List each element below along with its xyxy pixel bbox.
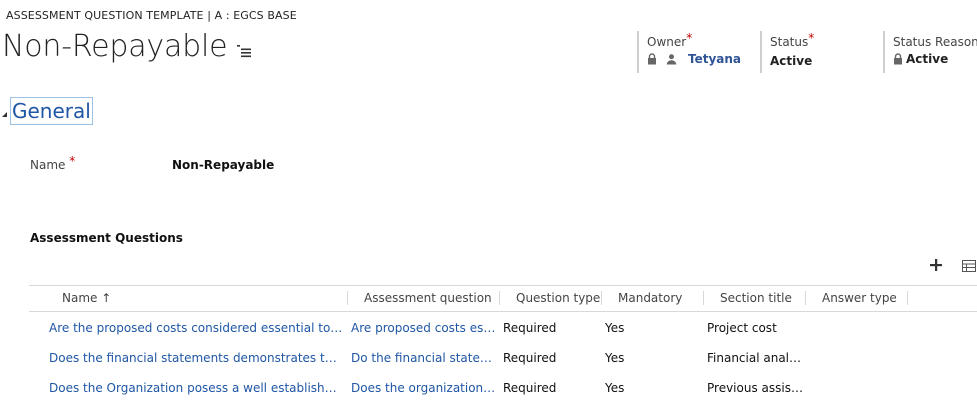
name-field-label: Name * [30,154,75,172]
row-name-link[interactable]: Does the financial statements demonstrat… [49,351,343,365]
table-row[interactable]: Does the financial statements demonstrat… [29,342,977,372]
owner-required-marker: * [686,31,693,45]
row-question-link[interactable]: Does the organization po... [351,381,497,395]
column-header-section-title[interactable]: Section title [720,291,792,305]
section-general-header[interactable]: General [2,97,93,125]
row-question-link[interactable]: Are proposed costs essen... [351,321,497,335]
status-label: Status [770,35,809,49]
row-mandatory: Yes [605,321,625,335]
column-divider [347,291,348,305]
owner-link[interactable]: Tetyana [688,52,741,66]
column-header-answer-type[interactable]: Answer type [822,291,897,305]
row-mandatory: Yes [605,351,625,365]
owner-field: Owner* Tetyana [637,31,747,73]
row-name-link[interactable]: Are the proposed costs considered essent… [49,321,343,335]
lock-icon [648,53,656,65]
status-field: Status* Active [760,31,870,73]
row-section-title: Financial analysis [707,351,803,365]
status-reason-value: Active [906,52,949,66]
column-header-assessment-question[interactable]: Assessment question [364,291,492,305]
status-value[interactable]: Active [770,54,812,68]
row-name-link[interactable]: Does the Organization posess a well esta… [49,381,343,395]
page-title: Non-Repayable [2,29,228,64]
page-title-area: Non-Repayable [2,28,252,66]
row-question-type: Required [503,321,557,335]
row-question-link[interactable]: Do the financial statemen... [351,351,497,365]
row-mandatory: Yes [605,381,625,395]
table-row[interactable]: Does the Organization posess a well esta… [29,372,977,402]
column-divider [499,291,500,305]
table-row[interactable]: Are the proposed costs considered essent… [29,312,977,342]
column-divider [805,291,806,305]
column-header-mandatory[interactable]: Mandatory [618,291,682,305]
row-section-title: Previous assista... [707,381,803,395]
name-required-marker: * [69,154,76,168]
column-header-name[interactable]: Name ↑ [62,291,111,305]
row-question-type: Required [503,351,557,365]
breadcrumb: ASSESSMENT QUESTION TEMPLATE | A : EGCS … [6,9,297,22]
name-field-value[interactable]: Non-Repayable [172,158,274,172]
subgrid-title: Assessment Questions [30,231,183,245]
row-question-type: Required [503,381,557,395]
owner-label: Owner [647,35,687,49]
user-icon [666,54,677,65]
plus-icon[interactable] [929,258,943,272]
lock-icon [894,53,902,65]
section-title[interactable]: General [10,97,93,125]
collapse-triangle-icon[interactable] [2,111,7,117]
column-divider [601,291,602,305]
column-divider [703,291,704,305]
grid-header-row: Name ↑ Assessment question Question type… [29,285,977,312]
grid-view-icon[interactable] [962,260,976,272]
column-header-question-type[interactable]: Question type [516,291,600,305]
column-divider [907,291,908,305]
assessment-questions-grid: Name ↑ Assessment question Question type… [29,285,977,402]
name-label-text: Name [30,158,66,172]
list-menu-icon[interactable] [236,42,252,58]
status-reason-field: Status Reason Active [883,31,977,73]
status-reason-label: Status Reason [893,35,977,49]
status-required-marker: * [808,31,815,45]
row-section-title: Project cost [707,321,777,335]
